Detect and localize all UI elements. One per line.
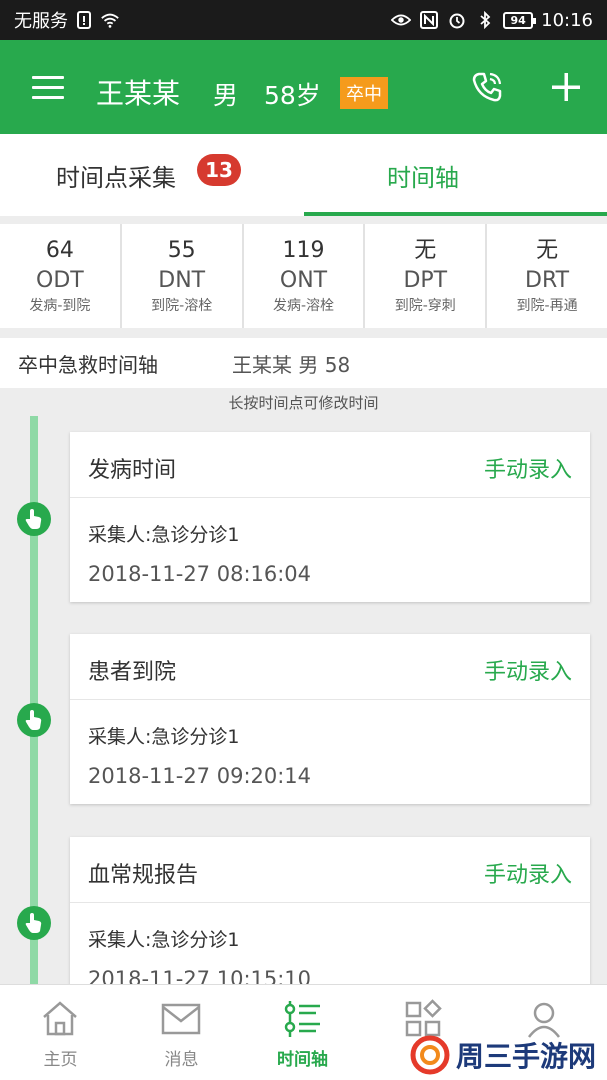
tap-hand-icon[interactable]: [17, 906, 51, 940]
sim-alert-icon: [74, 10, 94, 30]
metric-ont: 119 ONT 发病-溶栓: [244, 224, 366, 328]
long-press-hint: 长按时间点可修改时间: [228, 394, 379, 412]
watermark-text: 周三手游网: [456, 1040, 597, 1073]
metric-value: 119: [282, 238, 325, 263]
nav-messages[interactable]: 消息: [121, 985, 242, 1080]
tap-hand-icon[interactable]: [17, 703, 51, 737]
add-icon[interactable]: [549, 70, 583, 104]
patient-sex: 男: [213, 81, 239, 110]
metric-drt: 无 DRT 到院-再通: [487, 224, 607, 328]
metric-desc: 到院-再通: [516, 298, 578, 314]
tab-time-collection[interactable]: 时间点采集: [56, 134, 176, 216]
metric-desc: 到院-溶栓: [151, 298, 213, 314]
menu-icon[interactable]: [32, 76, 64, 100]
metric-dnt: 55 DNT 到院-溶栓: [122, 224, 244, 328]
metric-code: DPT: [403, 268, 448, 293]
watermark: 周三手游网: [410, 1030, 607, 1080]
time-metrics: 64 ODT 发病-到院 55 DNT 到院-溶栓 119 ONT 发病-溶栓 …: [0, 224, 607, 328]
nav-label: 时间轴: [277, 1050, 328, 1070]
manual-entry-button[interactable]: 手动录入: [484, 857, 572, 889]
nav-home[interactable]: 主页: [0, 985, 121, 1080]
metric-code: DNT: [158, 268, 206, 293]
status-bar: 无服务 94 10:16: [0, 0, 607, 40]
stroke-badge: 卒中: [340, 77, 388, 109]
event-card[interactable]: 血常规报告 手动录入 采集人:急诊分诊1 2018-11-27 10:15:10: [70, 837, 590, 1007]
phone-call-icon[interactable]: [470, 70, 504, 104]
event-card[interactable]: 发病时间 手动录入 采集人:急诊分诊1 2018-11-27 08:16:04: [70, 432, 590, 602]
metric-value: 无: [536, 238, 559, 263]
event-card-header: 血常规报告 手动录入: [70, 837, 590, 903]
metric-code: ODT: [36, 268, 84, 293]
metric-dpt: 无 DPT 到院-穿刺: [365, 224, 488, 328]
eye-icon: [391, 10, 412, 30]
metric-value: 64: [45, 238, 74, 263]
manual-entry-button[interactable]: 手动录入: [484, 654, 572, 686]
mail-icon: [161, 999, 201, 1039]
tap-hand-icon[interactable]: [17, 502, 51, 536]
metric-value: 无: [414, 238, 437, 263]
bluetooth-icon: [475, 10, 495, 30]
alarm-icon: [447, 10, 467, 30]
tab-timeline[interactable]: 时间轴: [387, 134, 459, 216]
event-card[interactable]: 患者到院 手动录入 采集人:急诊分诊1 2018-11-27 09:20:14: [70, 634, 590, 804]
active-tab-indicator: [304, 212, 607, 216]
metric-code: ONT: [279, 268, 328, 293]
tab-bar: 时间点采集 13 时间轴: [0, 134, 607, 216]
section-patient-info: 王某某 男 58: [232, 352, 351, 377]
tab-label: 时间轴: [387, 163, 459, 192]
metric-desc: 发病-到院: [29, 298, 91, 314]
event-title: 发病时间: [88, 458, 177, 483]
tab-label: 时间点采集: [56, 163, 176, 192]
event-card-header: 患者到院 手动录入: [70, 634, 590, 700]
home-icon: [40, 999, 80, 1039]
metric-value: 55: [167, 238, 196, 263]
event-card-header: 发病时间 手动录入: [70, 432, 590, 498]
carrier-text: 无服务: [14, 11, 68, 32]
clock-text: 10:16: [541, 9, 593, 31]
patient-age: 58岁: [264, 81, 321, 110]
nav-label: 主页: [43, 1050, 78, 1070]
metric-odt: 64 ODT 发病-到院: [0, 224, 122, 328]
event-title: 患者到院: [88, 660, 177, 685]
metric-code: DRT: [525, 268, 570, 293]
timeline-list-icon: [282, 999, 322, 1039]
patient-name: 王某某: [96, 77, 181, 110]
app-header: 王某某 男 58岁 卒中: [0, 40, 607, 134]
pending-count-badge: 13: [197, 154, 241, 186]
event-time: 2018-11-27 09:20:14: [88, 764, 312, 788]
manual-entry-button[interactable]: 手动录入: [484, 452, 572, 484]
watermark-logo-icon: [410, 1035, 450, 1075]
nav-label: 消息: [164, 1050, 199, 1070]
battery-indicator: 94: [503, 11, 537, 29]
nav-timeline[interactable]: 时间轴: [242, 985, 363, 1080]
section-title: 卒中急救时间轴: [18, 352, 158, 377]
event-collector: 采集人:急诊分诊1: [88, 726, 240, 748]
timeline-section-header: 卒中急救时间轴 王某某 男 58: [0, 338, 607, 388]
wifi-icon: [100, 10, 120, 30]
event-collector: 采集人:急诊分诊1: [88, 524, 240, 546]
event-title: 血常规报告: [88, 863, 199, 888]
nfc-icon: [419, 10, 439, 30]
metric-desc: 到院-穿刺: [394, 298, 456, 314]
event-collector: 采集人:急诊分诊1: [88, 929, 240, 951]
metric-desc: 发病-溶栓: [272, 298, 335, 314]
event-time: 2018-11-27 08:16:04: [88, 562, 312, 586]
